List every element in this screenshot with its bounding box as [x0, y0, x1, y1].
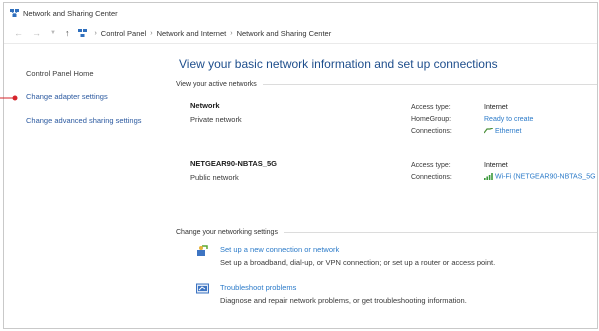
chevron-right-icon: › — [230, 29, 233, 37]
page-title: View your basic network information and … — [179, 57, 498, 71]
network-type: Public network — [190, 173, 239, 182]
back-arrow-icon[interactable]: ← — [14, 28, 23, 38]
networking-settings-heading: Change your networking settings — [176, 229, 597, 236]
sidebar-item-change-adapter-settings[interactable]: Change adapter settings — [26, 92, 151, 101]
breadcrumb-network-sharing-center[interactable]: Network and Sharing Center — [237, 29, 332, 38]
ethernet-icon — [484, 127, 493, 134]
breadcrumb-control-panel[interactable]: Control Panel — [101, 29, 146, 38]
main-content: View your basic network information and … — [174, 57, 597, 321]
connections-label: Connections: — [411, 127, 452, 135]
wifi-connection-label: Wi-Fi (NETGEAR90-NBTAS_5G — [495, 173, 596, 181]
network-center-icon — [78, 29, 88, 37]
section-divider — [283, 232, 597, 233]
sidebar-item-change-advanced-sharing-settings[interactable]: Change advanced sharing settings — [26, 116, 151, 125]
active-networks-heading: View your active networks — [176, 81, 597, 88]
access-type-label: Access type: — [411, 161, 451, 169]
network-properties: Access type: Internet HomeGroup: Ready t… — [411, 101, 533, 137]
sidebar: Control Panel Home Change adapter settin… — [26, 69, 151, 139]
network-entry: NETGEAR90-NBTAS_5G Public network Access… — [190, 159, 597, 217]
setting-troubleshoot: Troubleshoot problems Diagnose and repai… — [196, 283, 597, 321]
setting-new-connection: Set up a new connection or network Set u… — [196, 245, 597, 283]
window-title: Network and Sharing Center — [23, 8, 118, 18]
access-type-value: Internet — [484, 161, 508, 169]
title-bar: Network and Sharing Center — [4, 3, 597, 23]
network-properties: Access type: Internet Connections: Wi-Fi… — [411, 159, 596, 183]
homegroup-link[interactable]: Ready to create — [484, 116, 533, 123]
network-sharing-center-window: Network and Sharing Center ← → ▼ ↑ › Con… — [3, 2, 598, 329]
new-connection-icon — [197, 245, 208, 256]
access-type-label: Access type: — [411, 103, 451, 111]
access-type-value: Internet — [484, 103, 508, 111]
chevron-right-icon: › — [94, 29, 97, 37]
troubleshoot-description: Diagnose and repair network problems, or… — [220, 296, 467, 305]
wifi-signal-icon — [484, 173, 493, 181]
connections-label: Connections: — [411, 173, 452, 181]
ethernet-connection-link[interactable]: Ethernet — [484, 128, 521, 135]
recent-locations-icon[interactable]: ▼ — [50, 30, 56, 36]
networking-settings-label: Change your networking settings — [176, 229, 278, 236]
pointer-marker — [0, 95, 18, 101]
sidebar-item-control-panel-home[interactable]: Control Panel Home — [26, 69, 151, 78]
network-name: NETGEAR90-NBTAS_5G — [190, 159, 277, 168]
network-name: Network — [190, 101, 220, 110]
homegroup-label: HomeGroup: — [411, 115, 452, 123]
network-type: Private network — [190, 115, 242, 124]
wifi-connection-link[interactable]: Wi-Fi (NETGEAR90-NBTAS_5G — [484, 173, 596, 181]
forward-arrow-icon[interactable]: → — [32, 28, 41, 38]
section-divider — [262, 84, 597, 85]
new-connection-description: Set up a broadband, dial-up, or VPN conn… — [220, 258, 496, 267]
breadcrumb-network-internet[interactable]: Network and Internet — [157, 29, 227, 38]
new-connection-link[interactable]: Set up a new connection or network — [220, 245, 339, 254]
troubleshoot-icon — [196, 283, 209, 294]
troubleshoot-link[interactable]: Troubleshoot problems — [220, 283, 296, 292]
network-entry: Network Private network Access type: Int… — [190, 101, 597, 159]
ethernet-connection-label: Ethernet — [495, 127, 522, 135]
chevron-right-icon: › — [150, 29, 153, 37]
address-bar[interactable]: ← → ▼ ↑ › Control Panel › Network and In… — [4, 23, 597, 44]
networking-settings: Change your networking settings Set up a… — [174, 229, 597, 321]
up-arrow-icon[interactable]: ↑ — [65, 28, 70, 38]
active-networks-label: View your active networks — [176, 81, 257, 88]
network-center-icon — [10, 9, 19, 17]
